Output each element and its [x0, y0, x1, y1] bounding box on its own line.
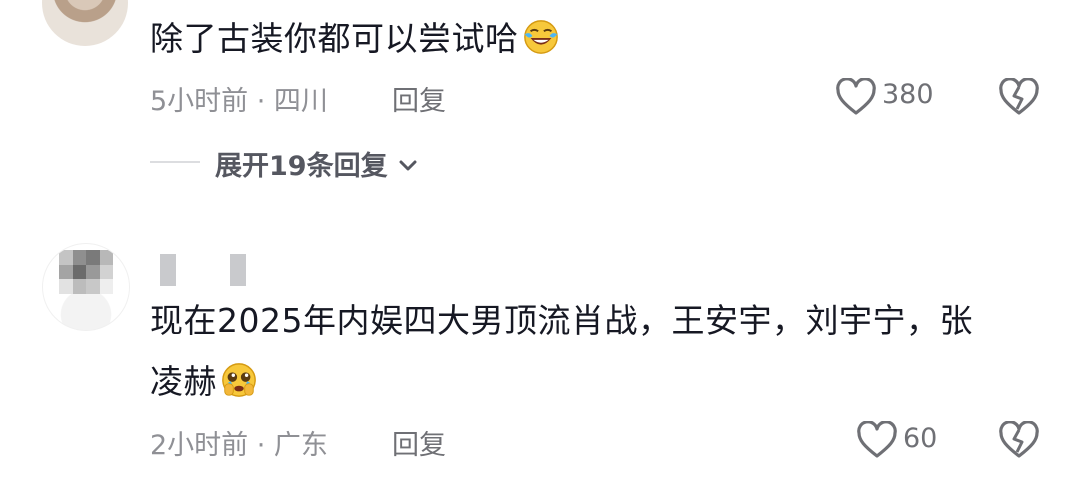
- broken-heart-icon[interactable]: [998, 77, 1040, 116]
- pleading-face-emoji: [222, 363, 256, 397]
- comment-meta: 2小时前 · 广东: [150, 430, 328, 461]
- expand-replies-label: 展开19条回复: [215, 151, 388, 182]
- heart-outline-icon[interactable]: [835, 77, 877, 116]
- reply-button[interactable]: 回复: [392, 79, 446, 118]
- like-count: 380: [882, 79, 934, 110]
- reply-button[interactable]: 回复: [392, 423, 446, 462]
- comment-text: 除了古装你都可以尝试哈: [150, 14, 560, 64]
- expand-replies-button[interactable]: 展开19条回复: [215, 144, 417, 183]
- comment-meta: 5小时前 · 四川: [150, 86, 328, 117]
- avatar[interactable]: [42, 0, 128, 46]
- divider: [150, 161, 200, 163]
- username-redacted[interactable]: [160, 254, 176, 286]
- username-redacted[interactable]: [230, 254, 246, 286]
- comment-text-content: 凌赫: [150, 362, 217, 401]
- avatar[interactable]: [42, 243, 130, 331]
- chevron-down-icon: [399, 160, 417, 171]
- comment-text-content: 除了古装你都可以尝试哈: [150, 19, 519, 58]
- broken-heart-icon[interactable]: [998, 420, 1040, 459]
- avatar-mosaic: [59, 250, 113, 294]
- heart-outline-icon[interactable]: [856, 420, 898, 459]
- laughing-crying-emoji: [523, 20, 558, 54]
- comment-text: 凌赫: [150, 357, 258, 407]
- comment-text: 现在2025年内娱四大男顶流肖战，王安宇，刘宇宁，张: [150, 301, 973, 340]
- like-count: 60: [903, 423, 938, 454]
